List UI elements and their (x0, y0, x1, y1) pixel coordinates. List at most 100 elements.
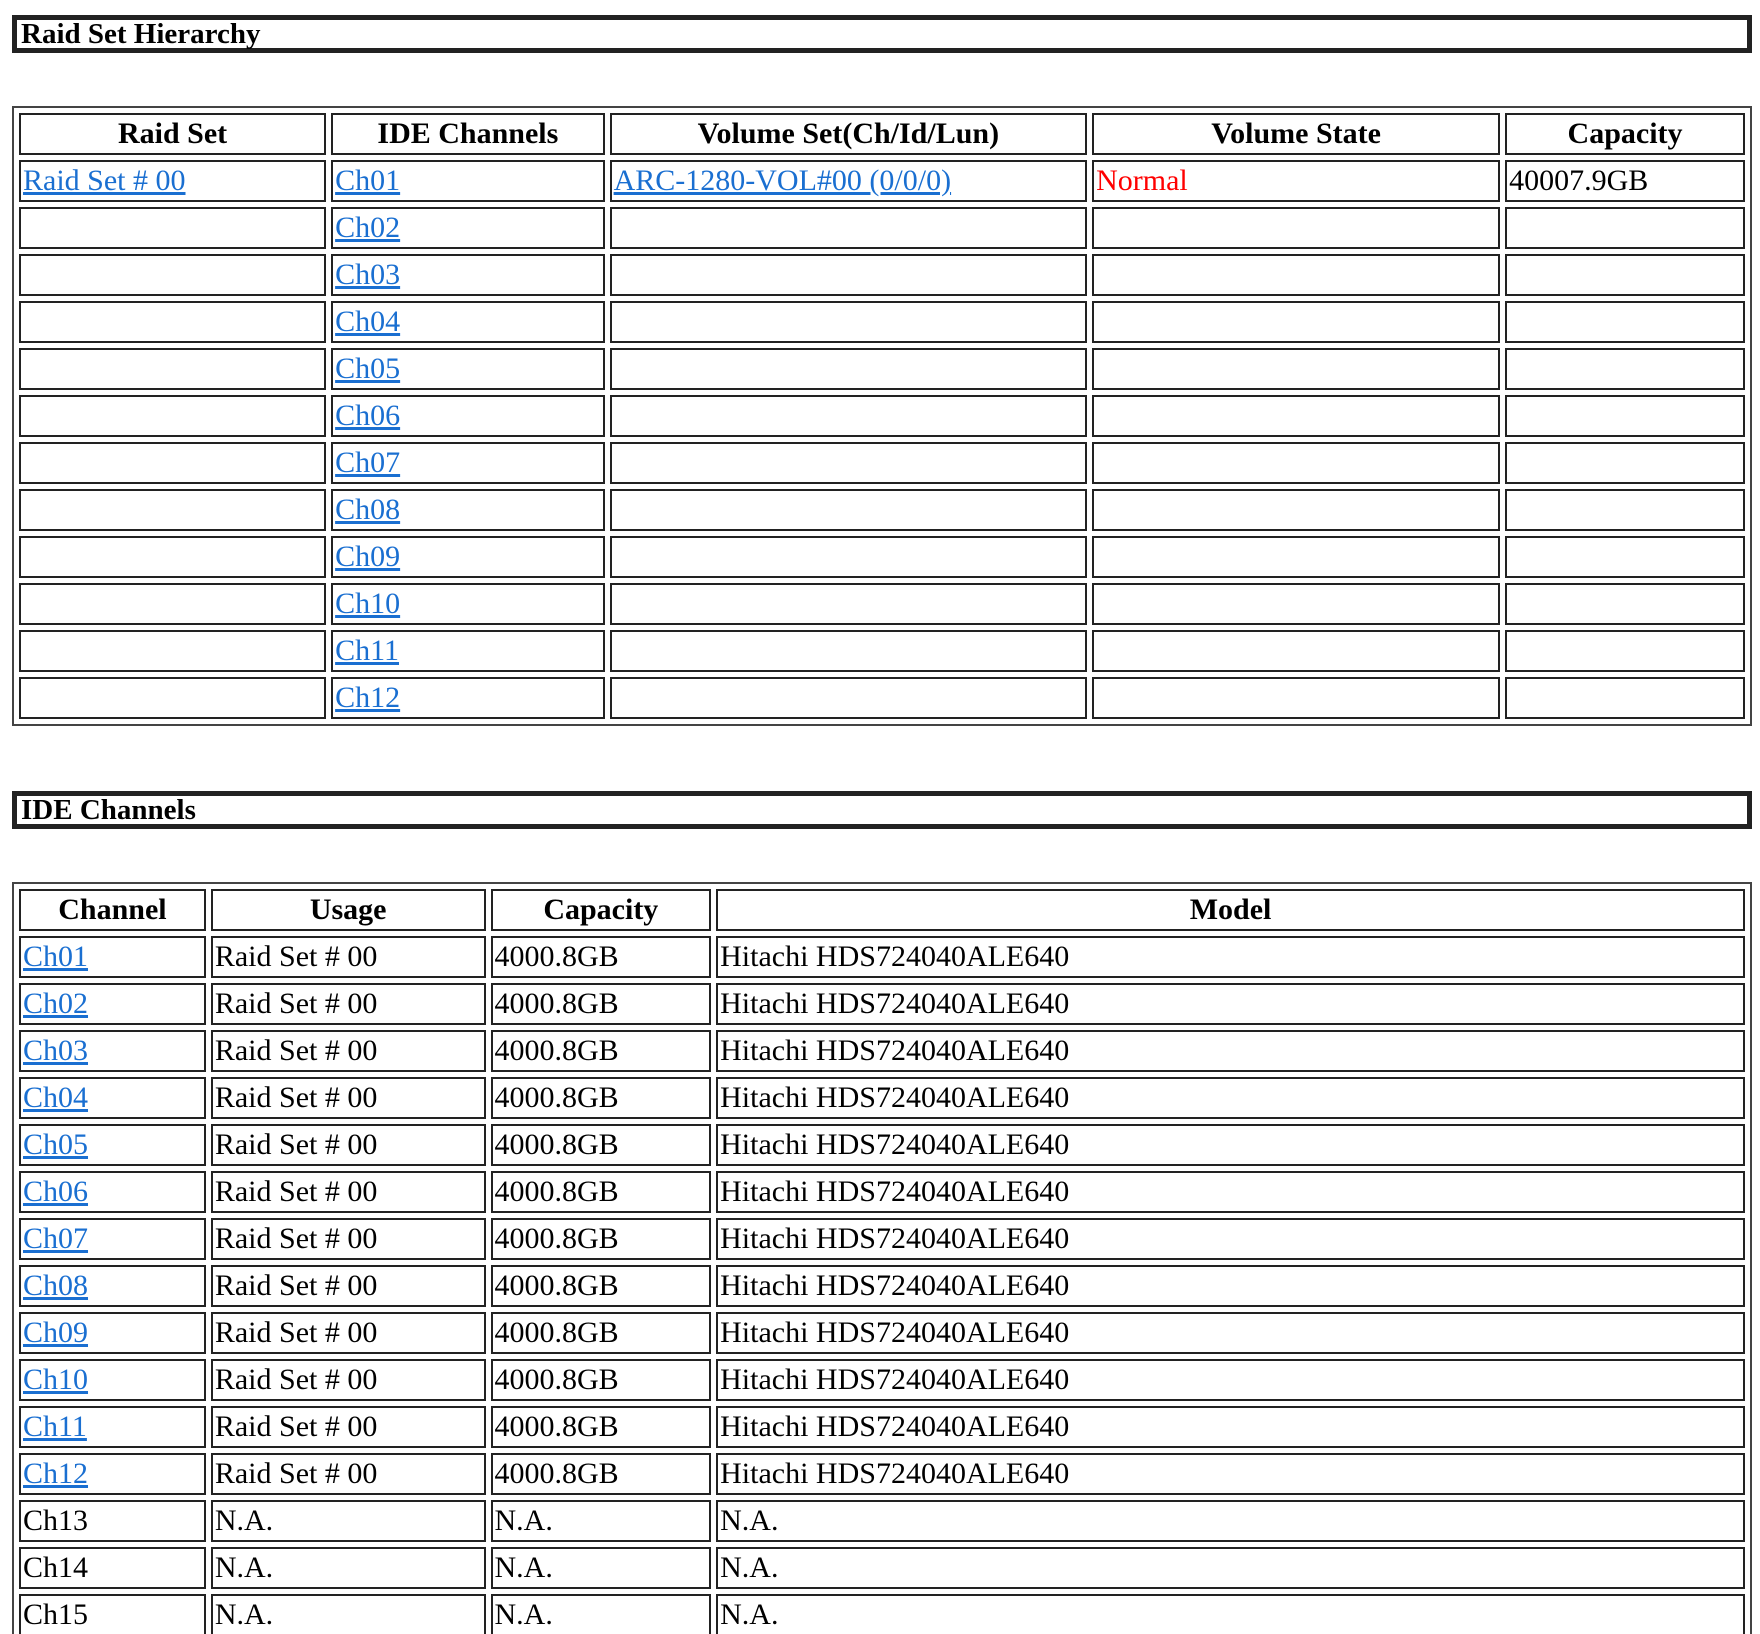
usage-cell: Raid Set # 00 (210, 1453, 486, 1495)
table-row: Ch03 Raid Set # 00 4000.8GB Hitachi HDS7240… (19, 1030, 1745, 1072)
model-text: Hitachi HDS724040ALE640 (720, 1128, 1070, 1161)
raid-set-cell (19, 630, 327, 672)
model-cell: Hitachi HDS724040ALE640 (716, 1406, 1745, 1448)
usage-text: Raid Set # 00 (214, 940, 378, 973)
capacity-cell (1505, 630, 1745, 672)
raid-set-hierarchy-header: Raid Set Hierarchy (12, 15, 1752, 53)
volume-state-cell (1092, 254, 1501, 296)
channel-link[interactable]: Ch10 (335, 587, 400, 620)
channel-cell: Ch01 (19, 936, 206, 978)
channel-link[interactable]: Ch08 (335, 493, 400, 526)
column-header-volume-set: Volume Set(Ch/Id/Lun) (609, 113, 1088, 155)
channel-cell: Ch11 (19, 1406, 206, 1448)
channel-link[interactable]: Ch04 (23, 1081, 88, 1114)
model-cell: Hitachi HDS724040ALE640 (716, 1171, 1745, 1213)
volume-state-text: Normal (1096, 164, 1188, 197)
ide-channels-header: IDE Channels (12, 791, 1752, 829)
channel-link[interactable]: Ch04 (335, 305, 400, 338)
channel-link[interactable]: Ch07 (335, 446, 400, 479)
table-row: Ch02 Raid Set # 00 4000.8GB Hitachi HDS7240… (19, 983, 1745, 1025)
channel-link[interactable]: Ch03 (23, 1034, 88, 1067)
model-text: Hitachi HDS724040ALE640 (720, 1316, 1070, 1349)
channel-link[interactable]: Ch08 (23, 1269, 88, 1302)
volume-set-cell (609, 395, 1088, 437)
channel-link[interactable]: Ch02 (335, 211, 400, 244)
channel-cell: Ch05 (19, 1124, 206, 1166)
channel-link[interactable]: Ch03 (335, 258, 400, 291)
table-row: Ch09 (19, 536, 1745, 578)
channel-cell: Ch08 (19, 1265, 206, 1307)
channel-cell: Ch03 (19, 1030, 206, 1072)
column-header-capacity: Capacity (1505, 113, 1745, 155)
capacity-cell (1505, 348, 1745, 390)
channel-link[interactable]: Ch06 (23, 1175, 88, 1208)
usage-cell: N.A. (210, 1547, 486, 1589)
raid-set-link[interactable]: Raid Set # 00 (23, 164, 186, 197)
table-row: Ch15 N.A. N.A. N.A. (19, 1594, 1745, 1634)
table-row: Ch14 N.A. N.A. N.A. (19, 1547, 1745, 1589)
channel-link[interactable]: Ch09 (335, 540, 400, 573)
capacity-cell: 4000.8GB (490, 1453, 712, 1495)
table-row: Ch06 Raid Set # 00 4000.8GB Hitachi HDS7240… (19, 1171, 1745, 1213)
channel-link[interactable]: Ch07 (23, 1222, 88, 1255)
capacity-cell (1505, 489, 1745, 531)
capacity-text: 4000.8GB (494, 1081, 619, 1114)
ide-channel-cell: Ch01 (331, 160, 605, 202)
capacity-cell (1505, 536, 1745, 578)
usage-cell: Raid Set # 00 (210, 1359, 486, 1401)
channel-link[interactable]: Ch11 (335, 634, 399, 667)
table-row: Ch11 (19, 630, 1745, 672)
volume-set-link[interactable]: ARC-1280-VOL#00 (0/0/0) (614, 164, 951, 197)
channel-link[interactable]: Ch10 (23, 1363, 88, 1396)
column-header-usage: Usage (210, 889, 486, 931)
table-row: Ch13 N.A. N.A. N.A. (19, 1500, 1745, 1542)
capacity-cell: 4000.8GB (490, 936, 712, 978)
channel-link[interactable]: Ch05 (23, 1128, 88, 1161)
channel-link[interactable]: Ch12 (23, 1457, 88, 1490)
usage-cell: Raid Set # 00 (210, 1265, 486, 1307)
capacity-cell: N.A. (490, 1594, 712, 1634)
usage-text: Raid Set # 00 (214, 1410, 378, 1443)
table-row: Ch04 (19, 301, 1745, 343)
usage-cell: Raid Set # 00 (210, 1406, 486, 1448)
volume-state-cell (1092, 583, 1501, 625)
channel-link[interactable]: Ch11 (23, 1410, 87, 1443)
channel-cell: Ch02 (19, 983, 206, 1025)
channel-link[interactable]: Ch01 (335, 164, 400, 197)
table-row: Ch07 Raid Set # 00 4000.8GB Hitachi HDS7240… (19, 1218, 1745, 1260)
channel-link[interactable]: Ch12 (335, 681, 400, 714)
raid-set-cell: Raid Set # 00 (19, 160, 327, 202)
channel-link[interactable]: Ch06 (335, 399, 400, 432)
channel-link[interactable]: Ch05 (335, 352, 400, 385)
capacity-cell (1505, 254, 1745, 296)
volume-set-cell (609, 254, 1088, 296)
ide-channel-cell: Ch05 (331, 348, 605, 390)
channel-link[interactable]: Ch09 (23, 1316, 88, 1349)
usage-text: Raid Set # 00 (214, 1128, 378, 1161)
channel-text: Ch14 (23, 1551, 89, 1584)
capacity-text: 40007.9GB (1509, 164, 1649, 197)
table-row: Ch07 (19, 442, 1745, 484)
channel-cell: Ch09 (19, 1312, 206, 1354)
raid-set-cell (19, 207, 327, 249)
table-row: Ch04 Raid Set # 00 4000.8GB Hitachi HDS7240… (19, 1077, 1745, 1119)
capacity-cell: 4000.8GB (490, 1077, 712, 1119)
model-cell: N.A. (716, 1547, 1745, 1589)
channel-link[interactable]: Ch01 (23, 940, 88, 973)
usage-text: Raid Set # 00 (214, 1081, 378, 1114)
volume-set-cell: ARC-1280-VOL#00 (0/0/0) (609, 160, 1088, 202)
channel-cell: Ch13 (19, 1500, 206, 1542)
usage-text: Raid Set # 00 (214, 987, 378, 1020)
channel-cell: Ch15 (19, 1594, 206, 1634)
capacity-cell: 40007.9GB (1505, 160, 1745, 202)
channel-text: Ch15 (23, 1598, 89, 1631)
model-text: Hitachi HDS724040ALE640 (720, 1363, 1070, 1396)
raid-set-hierarchy-table: Raid Set IDE Channels Volume Set(Ch/Id/L… (12, 106, 1752, 726)
volume-set-cell (609, 677, 1088, 719)
raid-set-cell (19, 254, 327, 296)
channel-link[interactable]: Ch02 (23, 987, 88, 1020)
ide-channel-cell: Ch07 (331, 442, 605, 484)
ide-channel-cell: Ch02 (331, 207, 605, 249)
usage-text: Raid Set # 00 (214, 1363, 378, 1396)
usage-text: Raid Set # 00 (214, 1457, 378, 1490)
